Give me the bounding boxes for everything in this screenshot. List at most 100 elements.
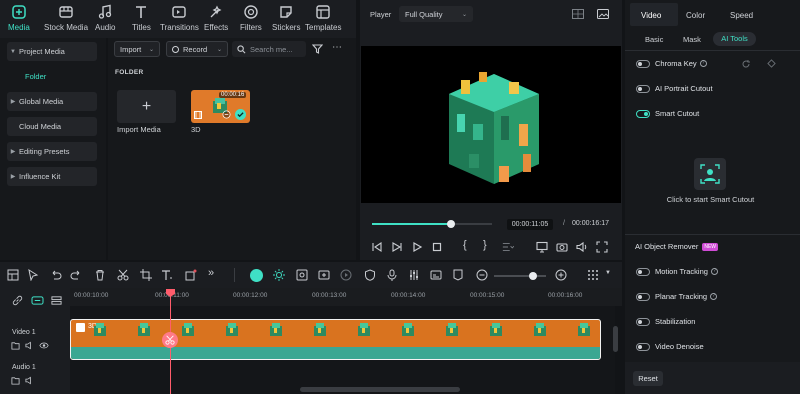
layout-icon[interactable] bbox=[7, 269, 19, 281]
mark-in-icon[interactable]: { bbox=[463, 239, 475, 251]
reset-icon[interactable] bbox=[741, 59, 751, 69]
toolbar-media[interactable]: Media bbox=[8, 4, 30, 36]
grid-view-icon[interactable] bbox=[572, 9, 584, 19]
help-icon[interactable]: ? bbox=[699, 60, 707, 67]
media-clip-3d[interactable]: 00:00:16 bbox=[191, 90, 250, 123]
audio-mixer-icon[interactable] bbox=[408, 269, 420, 281]
nav-folder[interactable]: Folder bbox=[7, 67, 97, 86]
track-manage-icon[interactable] bbox=[51, 295, 62, 306]
top-toolbar: Media Stock Media Audio Titles Transitio… bbox=[0, 0, 356, 38]
current-time[interactable]: 00:00:11:05 bbox=[507, 219, 553, 230]
volume-icon[interactable] bbox=[576, 241, 588, 253]
ai-mate-icon[interactable] bbox=[250, 269, 263, 282]
eye-icon[interactable] bbox=[39, 341, 49, 350]
search-input[interactable]: Search me... bbox=[232, 41, 306, 57]
horizontal-scrollbar[interactable] bbox=[300, 387, 460, 392]
filter-icon[interactable] bbox=[312, 44, 323, 54]
nav-influence-kit[interactable]: ▶ Influence Kit bbox=[7, 167, 97, 186]
zoom-in-icon[interactable] bbox=[555, 269, 567, 281]
zoom-slider[interactable] bbox=[494, 272, 546, 280]
crop-icon[interactable] bbox=[140, 269, 152, 281]
subtab-basic[interactable]: Basic bbox=[645, 35, 663, 44]
more-options-icon[interactable]: ⋯ bbox=[332, 43, 342, 53]
toolbar-stock-media[interactable]: Stock Media bbox=[44, 4, 88, 36]
stop-icon[interactable] bbox=[431, 241, 443, 253]
magic-sun-icon[interactable] bbox=[273, 269, 285, 281]
link-tracks-icon[interactable] bbox=[12, 295, 23, 306]
folder-icon[interactable] bbox=[11, 376, 20, 385]
toolbar-filters[interactable]: Filters bbox=[240, 4, 262, 36]
quality-dropdown[interactable]: Full Quality ⌄ bbox=[399, 6, 473, 22]
camera-icon[interactable] bbox=[556, 241, 568, 253]
zoom-out-icon[interactable] bbox=[476, 269, 488, 281]
auto-reframe-icon[interactable] bbox=[296, 269, 308, 281]
play-circle-icon[interactable] bbox=[340, 269, 352, 281]
record-dropdown[interactable]: Record ⌄ bbox=[166, 41, 228, 57]
toolbar-templates[interactable]: Templates bbox=[305, 4, 341, 36]
video-preview[interactable] bbox=[361, 46, 621, 203]
smart-cutout-toggle[interactable] bbox=[636, 110, 650, 118]
subtab-mask[interactable]: Mask bbox=[683, 35, 701, 44]
reset-button[interactable]: Reset bbox=[633, 371, 663, 386]
smart-cutout-start-button[interactable] bbox=[694, 158, 726, 190]
tab-speed[interactable]: Speed bbox=[730, 11, 753, 20]
caret-down-icon[interactable]: ▼ bbox=[605, 270, 617, 282]
fullscreen-icon[interactable] bbox=[596, 241, 608, 253]
video-denoise-toggle[interactable] bbox=[636, 343, 650, 351]
video-clip[interactable]: 3D bbox=[70, 319, 601, 360]
stabilization-toggle[interactable] bbox=[636, 318, 650, 326]
nav-global-media[interactable]: ▶ Global Media bbox=[7, 92, 97, 111]
shield-icon[interactable] bbox=[364, 269, 376, 281]
more-tools-icon[interactable]: » bbox=[208, 267, 220, 279]
marker-icon[interactable] bbox=[452, 269, 464, 281]
import-media-tile[interactable]: + bbox=[117, 90, 176, 123]
toolbar-stickers[interactable]: Stickers bbox=[272, 4, 300, 36]
subtitle-icon[interactable] bbox=[430, 269, 442, 281]
timeline-ruler[interactable]: 00:00:10:00 00:00:11:00 00:00:12:00 00:0… bbox=[70, 288, 622, 306]
nav-cloud-media[interactable]: Cloud Media bbox=[7, 117, 97, 136]
display-icon[interactable] bbox=[536, 241, 548, 253]
folder-icon[interactable] bbox=[11, 341, 20, 350]
motion-tracking-toggle[interactable] bbox=[636, 268, 650, 276]
redo-icon[interactable] bbox=[70, 269, 82, 281]
prev-frame-icon[interactable] bbox=[371, 241, 383, 253]
delete-icon[interactable] bbox=[94, 269, 106, 281]
progress-track[interactable] bbox=[372, 220, 492, 228]
ai-portrait-toggle[interactable] bbox=[636, 85, 650, 93]
snapshot-image-icon[interactable] bbox=[597, 9, 609, 19]
mark-out-icon[interactable]: } bbox=[483, 239, 495, 251]
shape-record-icon[interactable] bbox=[185, 269, 197, 281]
play-icon[interactable] bbox=[411, 241, 423, 253]
select-cursor-icon[interactable] bbox=[27, 269, 39, 281]
magnet-snap-icon[interactable] bbox=[31, 295, 44, 306]
keyframe-diamond-icon[interactable] bbox=[767, 59, 776, 68]
text-edit-icon[interactable] bbox=[161, 269, 173, 281]
planar-tracking-toggle[interactable] bbox=[636, 293, 650, 301]
scissors-icon[interactable] bbox=[117, 269, 129, 281]
nav-editing-presets[interactable]: ▶ Editing Presets bbox=[7, 142, 97, 161]
zoom-slider-handle[interactable] bbox=[529, 272, 537, 280]
toolbar-audio[interactable]: Audio bbox=[95, 4, 115, 36]
toolbar-effects[interactable]: Effects bbox=[204, 4, 228, 36]
insert-menu-icon[interactable] bbox=[502, 241, 514, 253]
undo-icon[interactable] bbox=[50, 269, 62, 281]
progress-handle[interactable] bbox=[447, 220, 456, 228]
volume-icon[interactable] bbox=[25, 376, 34, 385]
help-icon[interactable]: ? bbox=[710, 293, 718, 300]
toolbar-titles[interactable]: Titles bbox=[132, 4, 151, 36]
tab-color[interactable]: Color bbox=[686, 11, 705, 20]
vertical-scrollbar[interactable] bbox=[613, 326, 618, 352]
chroma-key-toggle[interactable] bbox=[636, 60, 650, 68]
tab-video[interactable]: Video bbox=[641, 11, 661, 20]
media-add-icon[interactable] bbox=[318, 269, 330, 281]
help-icon[interactable]: ? bbox=[710, 268, 718, 275]
playhead-cut-marker[interactable] bbox=[162, 332, 178, 348]
grid-dots-icon[interactable] bbox=[587, 269, 599, 281]
volume-icon[interactable] bbox=[25, 341, 34, 350]
import-dropdown[interactable]: Import ⌄ bbox=[114, 41, 160, 57]
toolbar-transitions[interactable]: Transitions bbox=[160, 4, 199, 36]
nav-project-media[interactable]: ▼ Project Media bbox=[7, 42, 97, 61]
subtab-ai-tools[interactable]: AI Tools bbox=[713, 32, 756, 46]
microphone-icon[interactable] bbox=[386, 269, 398, 281]
play-frame-icon[interactable] bbox=[391, 241, 403, 253]
